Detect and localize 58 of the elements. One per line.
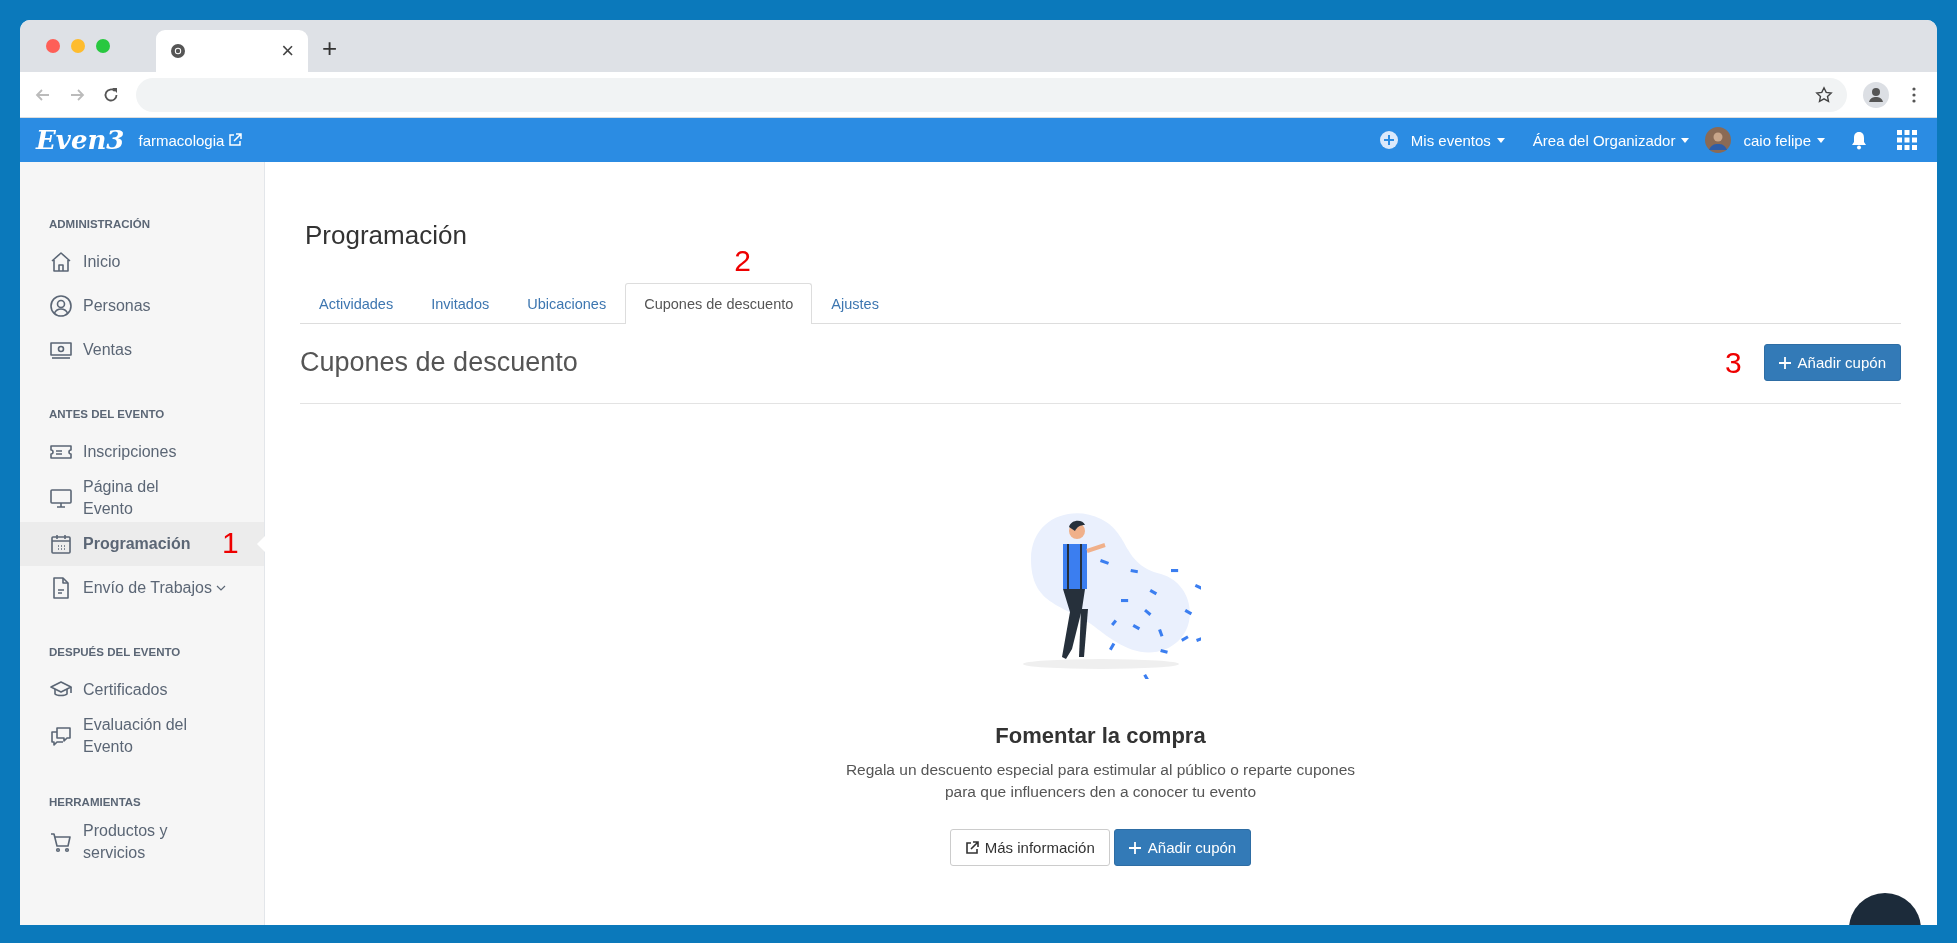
external-link-icon — [964, 840, 979, 855]
sidebar-item[interactable]: Evaluación del Evento — [20, 712, 264, 760]
app-logo[interactable]: Even3 — [36, 125, 125, 155]
avatar-icon[interactable] — [1705, 127, 1732, 153]
add-coupon-button[interactable]: Añadir cupón — [1763, 344, 1901, 381]
sidebar-item[interactable]: Productos y servicios — [20, 818, 264, 866]
sidebar-item[interactable]: Inscripciones — [20, 430, 264, 474]
tab[interactable]: Ajustes — [812, 283, 898, 324]
header-menu[interactable]: Área del Organizador — [1532, 131, 1676, 149]
sidebar-item[interactable]: Certificados — [20, 668, 264, 712]
sidebar-heading: DESPUÉS DEL EVENTO — [48, 645, 182, 660]
speech-bubbles-icon — [49, 724, 73, 748]
close-window-icon[interactable] — [46, 39, 60, 53]
plus-circle-icon[interactable] — [1378, 130, 1399, 150]
tab[interactable]: Invitados — [412, 283, 509, 324]
sidebar-item[interactable]: Programación 1 — [20, 522, 264, 566]
reload-icon[interactable] — [102, 85, 120, 104]
home-icon — [49, 250, 73, 274]
person-circle-icon — [49, 294, 73, 318]
external-link-icon[interactable] — [228, 133, 243, 147]
sidebar-item[interactable]: Personas — [20, 284, 264, 328]
calendar-icon — [49, 532, 73, 556]
empty-state-text: Regala un descuento especial para estimular al público o reparte cupones para que influencers den a conocer tu evento — [844, 760, 1357, 802]
plus-icon — [1778, 356, 1791, 369]
plus-icon — [1128, 841, 1141, 854]
sidebar-item[interactable]: Página del Evento — [20, 474, 264, 522]
add-coupon-button[interactable]: Añadir cupón — [1113, 829, 1252, 866]
annotation-number: 2 — [734, 244, 751, 278]
caret-icon[interactable] — [1681, 137, 1690, 143]
empty-state-title: Fomentar la compra — [995, 723, 1206, 749]
browser-logo-icon — [170, 43, 186, 59]
profile-icon[interactable] — [1863, 81, 1889, 108]
tab[interactable]: Actividades — [300, 283, 413, 324]
annotation-number: 3 — [1724, 345, 1742, 380]
page-title: Programación — [305, 220, 468, 251]
more-info-button[interactable]: Más información — [949, 829, 1110, 866]
event-link[interactable]: farmacologia — [138, 131, 225, 149]
bell-icon[interactable] — [1849, 130, 1869, 150]
tab[interactable]: Ubicaciones — [508, 283, 626, 324]
sidebar-item[interactable]: Ventas — [20, 328, 264, 372]
new-tab-button[interactable]: + — [308, 33, 352, 72]
star-icon[interactable] — [1815, 85, 1833, 104]
cart-icon — [49, 830, 73, 854]
sidebar-heading: ANTES DEL EVENTO — [48, 407, 166, 422]
monitor-icon — [49, 486, 73, 510]
close-tab-button[interactable]: × — [281, 38, 294, 64]
section-title: Cupones de descuento — [300, 347, 579, 378]
caret-icon[interactable] — [1496, 137, 1505, 143]
sidebar-heading: ADMINISTRACIÓN — [48, 217, 151, 232]
sidebar-item[interactable]: Envío de Trabajos — [20, 566, 264, 610]
annotation-number: 1 — [222, 526, 239, 560]
sidebar-heading: HERRAMIENTAS — [48, 795, 142, 810]
header-menu[interactable]: Mis eventos — [1410, 131, 1491, 149]
caret-icon[interactable] — [1817, 137, 1825, 143]
header-menu[interactable]: caio felipe — [1743, 131, 1811, 149]
browser-tab[interactable]: × — [156, 30, 308, 72]
sidebar-item[interactable]: Inicio — [20, 240, 264, 284]
apps-grid-icon[interactable] — [1897, 130, 1917, 150]
